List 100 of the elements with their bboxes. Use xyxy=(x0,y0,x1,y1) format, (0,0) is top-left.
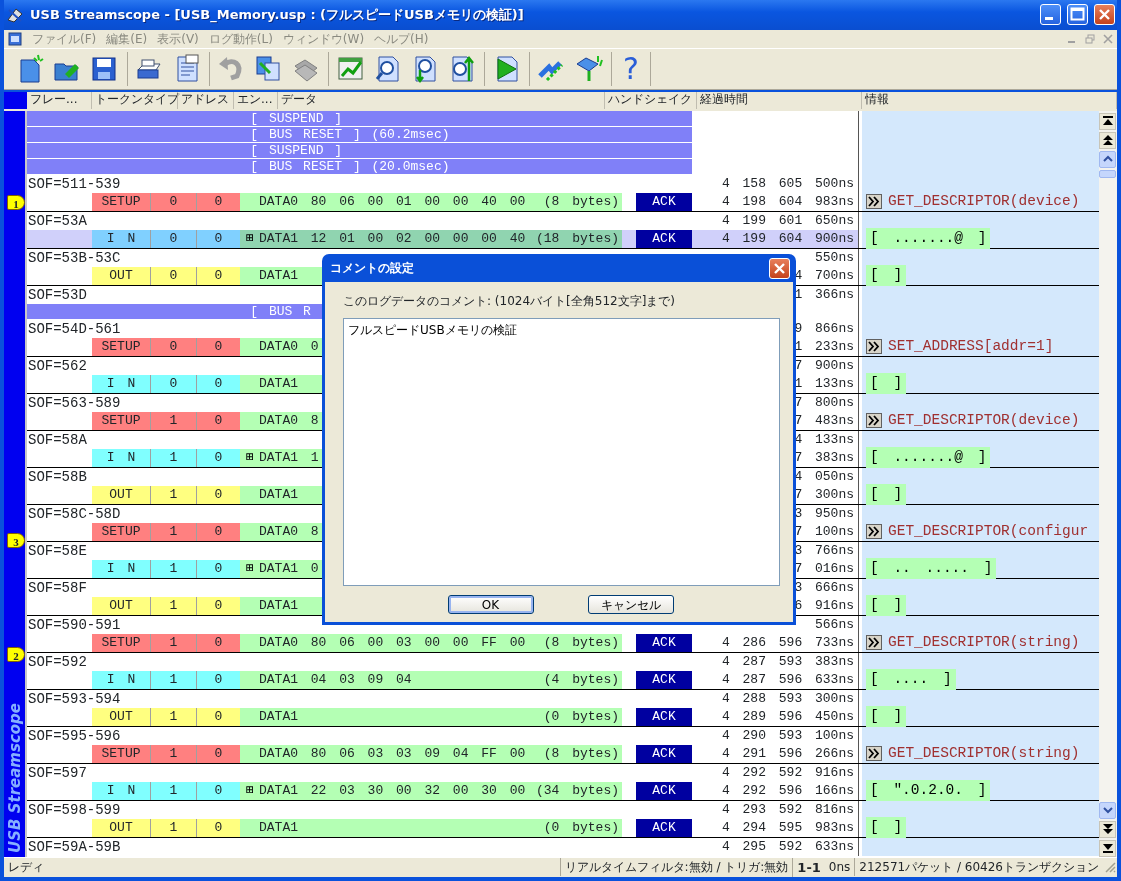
range-label: 1-1 xyxy=(797,858,821,877)
data-text: DATA1 1 xyxy=(259,449,319,467)
byte-count: (8 bytes) xyxy=(543,745,619,763)
double-chevron-icon[interactable] xyxy=(866,194,882,210)
close-button[interactable] xyxy=(769,257,790,279)
time-text: 3 666ns xyxy=(794,579,854,595)
expand-toggle[interactable]: ⊞ xyxy=(241,784,259,798)
token-cell: OUT xyxy=(92,707,150,726)
frame-label: SOF=53B-53C xyxy=(28,249,121,266)
token-cell: I N xyxy=(92,781,150,800)
time-text: 4 294 595 983ns xyxy=(721,819,854,835)
column-header[interactable]: データ xyxy=(278,91,605,109)
handshake-cell: ACK xyxy=(636,192,692,211)
scrollbar[interactable] xyxy=(1099,110,1117,857)
column-header[interactable]: トークンタイプ xyxy=(92,91,178,109)
frame-label: SOF=593-594 xyxy=(28,690,121,707)
resize-grip-icon[interactable] xyxy=(1103,860,1117,875)
expand-toggle[interactable]: ⊞ xyxy=(241,451,259,465)
endpoint-cell: 0 xyxy=(196,411,240,430)
time-text: 7 900ns xyxy=(794,357,854,373)
endpoint-cell: 0 xyxy=(196,266,240,285)
field-label: このログデータのコメント: (1024バイト[全角512文字]まで) xyxy=(343,293,677,310)
frame-label: SOF=562 xyxy=(28,357,87,374)
address-cell: 1 xyxy=(150,633,196,652)
scroll-up-button[interactable] xyxy=(1099,150,1116,168)
double-up-arrow-icon xyxy=(1101,134,1114,147)
request-label: GET_DESCRIPTOR(device) xyxy=(888,410,1080,430)
column-header[interactable]: フレー... xyxy=(27,91,92,109)
double-chevron-icon[interactable] xyxy=(866,635,882,651)
time-text: 6 916ns xyxy=(794,597,854,613)
column-header[interactable]: 情報 xyxy=(862,91,1117,109)
filter-status: リアルタイムフィルタ:無効 / トリガ:無効 xyxy=(559,858,793,877)
double-chevron-icon[interactable] xyxy=(866,413,882,429)
page-down-button[interactable] xyxy=(1099,821,1116,838)
packet-row[interactable]: I N 1 0 DATA1 04 03 09 04 (4 bytes) ACK 4 287 596 633ns [ .... ] xyxy=(27,670,1099,690)
address-cell: 1 xyxy=(150,670,196,689)
byte-count: (8 bytes) xyxy=(543,634,619,652)
minimize-icon xyxy=(1044,17,1053,21)
scroll-down-button[interactable] xyxy=(1099,802,1116,819)
data-text: DATA1 xyxy=(259,486,298,504)
endpoint-cell: 0 xyxy=(196,374,240,393)
frame-label: SOF=53D xyxy=(28,286,87,303)
time-text: 4 290 593 100ns xyxy=(721,727,854,743)
delta-label: 0ns xyxy=(828,859,851,877)
data-text: DATA1 22 03 30 00 32 00 30 00 xyxy=(259,782,526,800)
packet-row[interactable]: I N 1 0 ⊞ DATA1 22 03 30 00 32 00 30 00 (34 bytes) ACK 4 292 596 166ns [ ".0.2.0. ] xyxy=(27,781,1099,801)
scroll-top-button[interactable] xyxy=(1099,112,1116,130)
comment-field[interactable]: フルスピードUSBメモリの検証 xyxy=(343,318,780,586)
maximize-button[interactable] xyxy=(1067,4,1088,26)
byte-count: (8 bytes) xyxy=(543,193,619,211)
packet-row[interactable]: SETUP 0 0 DATA0 80 06 00 01 00 00 40 00 (8 bytes) ACK 4 198 604 983ns GET_DESCRIPTOR(device) xyxy=(27,192,1099,212)
address-cell: 0 xyxy=(150,229,196,248)
endpoint-cell: 0 xyxy=(196,559,240,578)
address-cell: 1 xyxy=(150,781,196,800)
endpoint-cell: 0 xyxy=(196,818,240,837)
cancel-button[interactable]: キャンセル xyxy=(587,595,674,614)
close-button[interactable] xyxy=(1094,4,1115,26)
token-cell: SETUP xyxy=(92,337,150,356)
scroll-bottom-button[interactable] xyxy=(1099,840,1116,857)
address-cell: 1 xyxy=(150,522,196,541)
request-label: GET_DESCRIPTOR(string) xyxy=(888,632,1080,652)
handshake-cell: ACK xyxy=(636,707,692,726)
time-text: 4 289 596 450ns xyxy=(721,708,854,724)
data-text: DATA0 80 06 00 01 00 00 40 00 xyxy=(259,193,526,211)
page-up-button[interactable] xyxy=(1099,131,1116,149)
token-cell: I N xyxy=(92,448,150,467)
column-header[interactable]: ハンドシェイク xyxy=(605,91,697,109)
frame-label: SOF=59A-59B xyxy=(28,838,121,855)
expand-toggle[interactable]: ⊞ xyxy=(241,232,259,246)
expand-toggle[interactable]: ⊞ xyxy=(241,562,259,576)
packet-row[interactable]: SETUP 1 0 DATA0 80 06 03 03 09 04 FF 00 (8 bytes) ACK 4 291 596 266ns GET_DESCRIPTOR(string) xyxy=(27,744,1099,764)
event-label: [ SUSPEND ] xyxy=(250,110,344,126)
column-header[interactable]: エン... xyxy=(234,91,278,109)
ok-button[interactable]: OK xyxy=(447,595,534,614)
frame-label: SOF=592 xyxy=(28,653,87,670)
data-text: DATA1 xyxy=(259,375,298,393)
column-header[interactable]: アドレス xyxy=(178,91,234,109)
frame-label: SOF=53A xyxy=(28,212,87,229)
time-text: 4 199 604 900ns xyxy=(721,230,854,246)
token-cell: OUT xyxy=(92,818,150,837)
payload-text: [ ] xyxy=(866,705,907,728)
packet-row[interactable]: OUT 1 0 DATA1 (0 bytes) ACK 4 289 596 450ns [ ] xyxy=(27,707,1099,727)
endpoint-cell: 0 xyxy=(196,633,240,652)
help-button[interactable]: ? xyxy=(617,53,645,84)
token-cell: SETUP xyxy=(92,633,150,652)
column-header[interactable]: 経過時間 xyxy=(697,91,862,109)
frame-label: SOF=54D-561 xyxy=(28,320,121,337)
packet-row[interactable]: SETUP 1 0 DATA0 80 06 00 03 00 00 FF 00 (8 bytes) ACK 4 286 596 733ns GET_DESCRIPTOR(string) xyxy=(27,633,1099,653)
scroll-thumb[interactable] xyxy=(1099,169,1116,178)
frame-label: SOF=511-539 xyxy=(28,175,121,192)
address-cell: 1 xyxy=(150,707,196,726)
double-chevron-icon[interactable] xyxy=(866,746,882,762)
double-chevron-icon[interactable] xyxy=(866,339,882,355)
token-cell: OUT xyxy=(92,266,150,285)
token-cell: SETUP xyxy=(92,411,150,430)
packet-row[interactable]: OUT 1 0 DATA1 (0 bytes) ACK 4 294 595 983ns [ ] xyxy=(27,818,1099,838)
double-chevron-icon[interactable] xyxy=(866,524,882,540)
minimize-button[interactable] xyxy=(1040,4,1061,26)
packet-row[interactable]: I N 0 0 ⊞ DATA1 12 01 00 02 00 00 00 40 (18 bytes) ACK 4 199 604 900ns [ .......@ ] xyxy=(27,229,1099,249)
status-text: レディ xyxy=(7,859,45,877)
